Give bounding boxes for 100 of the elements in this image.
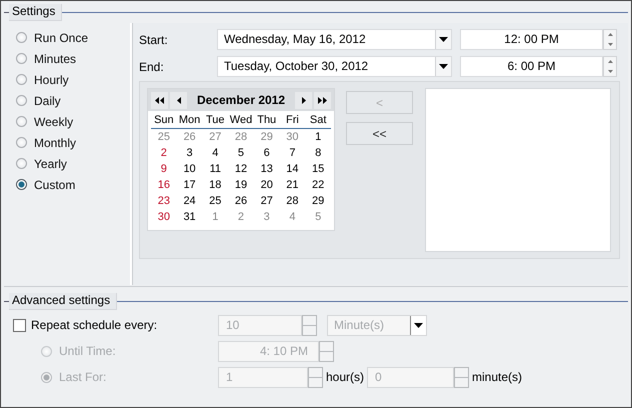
calendar-day[interactable]: 6 [264,147,270,159]
calendar-day[interactable]: 5 [315,211,322,223]
field-label: Start: [139,32,169,46]
calendar-day[interactable]: 4 [212,147,218,159]
spin-up-button[interactable] [320,342,333,350]
next-month-button[interactable] [295,92,312,108]
frequency-radio[interactable]: Hourly [16,69,69,90]
next-year-button[interactable] [314,92,331,108]
radio-icon [16,95,27,106]
frequency-radio[interactable]: Minutes [16,48,76,69]
previous-year-button[interactable] [151,92,168,108]
previous-month-button[interactable] [170,92,187,108]
weekday-label: Wed [228,114,254,126]
calendar-day[interactable]: 26 [183,131,196,143]
calendar-day[interactable]: 25 [158,131,170,143]
weekday-label: Tue [205,114,226,126]
weekday-label: Fri [285,114,300,126]
radio-icon [16,53,27,64]
calendar-day[interactable]: 31 [183,211,196,223]
calendar-day[interactable]: 14 [286,163,299,175]
dropdown-arrow-icon [439,64,448,69]
frequency-radio[interactable]: Weekly [16,111,74,132]
spin-down-button[interactable] [309,378,322,386]
calendar-day[interactable]: 17 [183,179,196,191]
calendar-day[interactable]: 16 [158,179,170,191]
calendar-day[interactable]: 10 [183,163,196,175]
time-field[interactable]: 6: 00 PM [460,56,603,77]
spin-up-button[interactable] [604,57,616,66]
calendar-day[interactable]: 3 [186,147,193,159]
weekday-label: Thu [256,114,278,126]
calendar-day[interactable]: 28 [286,195,299,207]
calendar-day[interactable]: 15 [312,163,324,175]
spin-up-button[interactable] [455,368,468,376]
left-arrow-icon [176,96,180,104]
calendar-day[interactable]: 28 [234,131,248,143]
calendar-day[interactable]: 3 [264,211,270,223]
calendar-day[interactable]: 19 [234,179,248,191]
calendar-day[interactable]: 20 [260,179,273,191]
calendar-day[interactable]: 27 [209,131,222,143]
spin-up-button[interactable] [309,368,322,376]
field-label: End: [139,60,165,74]
calendar-day[interactable]: 1 [212,211,218,223]
double-right-arrow-icon [318,96,327,104]
calendar-day[interactable]: 25 [209,195,222,207]
caret-up-icon [608,60,612,64]
date-dropdown[interactable]: Tuesday, October 30, 2012 [217,56,452,77]
radio-icon [41,372,52,382]
radio-icon [16,32,27,43]
selected-dates-list[interactable] [425,88,611,252]
frequency-radio[interactable]: Run Once [16,27,88,48]
radio-icon [41,346,52,356]
calendar-day[interactable]: 29 [312,195,324,207]
caret-down-icon [608,42,612,46]
calendar-day[interactable]: 9 [160,163,167,175]
date-dropdown[interactable]: Wednesday, May 16, 2012 [217,29,452,50]
calendar-day[interactable]: 2 [238,211,244,223]
frequency-radio[interactable]: Monthly [16,132,76,153]
frequency-radio[interactable]: Custom [16,174,76,195]
calendar-day[interactable]: 23 [158,195,170,207]
calendar-day[interactable]: 18 [209,179,222,191]
spin-up-button[interactable] [604,30,616,40]
radio-icon [16,179,27,190]
calendar-day[interactable]: 7 [289,147,296,159]
calendar-day[interactable]: 13 [260,163,273,175]
calendar-day[interactable]: 2 [160,147,167,159]
calendar-day[interactable]: 24 [183,195,196,207]
double-left-arrow-icon [155,96,164,104]
spin-down-button[interactable] [320,352,333,360]
calendar-day[interactable]: 29 [260,131,273,143]
calendar-day[interactable]: 5 [238,147,244,159]
move-button[interactable]: << [346,122,413,145]
calendar-day[interactable]: 30 [286,131,299,143]
time-field[interactable]: 12: 00 PM [460,29,603,50]
radio-icon [16,158,27,169]
calendar-day[interactable]: 11 [210,163,221,175]
dropdown-arrow-icon [414,322,423,328]
calendar-day[interactable]: 26 [234,195,248,207]
calendar-day[interactable]: 30 [158,211,170,223]
calendar-day[interactable]: 27 [260,195,273,207]
group-title: Advanced settings [9,292,118,310]
group-title: Settings [9,4,62,20]
calendar-day[interactable]: 22 [312,179,324,191]
dropdown-arrow-icon [439,37,448,42]
weekday-label: Sun [153,114,175,126]
calendar-day[interactable]: 4 [289,211,296,223]
calendar-day[interactable]: 12 [234,163,248,175]
month-title: December 2012 [196,93,286,107]
spin-down-button[interactable] [303,326,316,334]
spin-down-button[interactable] [455,378,468,386]
spin-up-button[interactable] [303,316,316,324]
calendar-day[interactable]: 8 [315,147,322,159]
calendar-day[interactable]: 1 [315,131,322,143]
frequency-radio[interactable]: Yearly [16,153,67,174]
radio-icon [16,116,27,127]
frequency-radio[interactable]: Daily [16,90,61,111]
weekday-label: Mon [178,114,202,126]
weekday-label: Sat [308,114,328,126]
caret-up-icon [608,33,612,36]
calendar-day[interactable]: 21 [286,179,299,191]
right-arrow-icon [302,96,306,104]
